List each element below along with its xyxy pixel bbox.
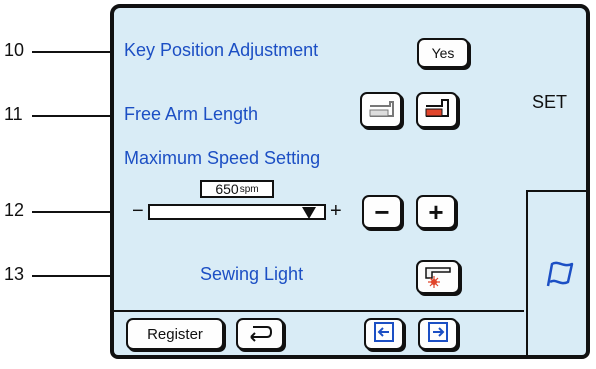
callout-12: 12 (4, 200, 25, 220)
callout-13: 13 (4, 264, 25, 284)
key-position-yes-label: Yes (431, 45, 455, 61)
max-speed-label: Maximum Speed Setting (124, 148, 321, 168)
sewing-light-label: Sewing Light (200, 264, 304, 284)
page-next-icon (425, 320, 451, 349)
page-prev-icon (371, 320, 397, 349)
page-prev-button[interactable] (364, 318, 404, 350)
sewing-light-icon (422, 262, 454, 293)
slider-max-sign: + (330, 200, 342, 222)
tab-divider-top (526, 190, 586, 192)
minus-icon: − (374, 196, 390, 227)
free-arm-length-label: Free Arm Length (124, 104, 259, 124)
callout-11: 11 (4, 104, 23, 124)
tab-divider-side (526, 190, 528, 355)
key-position-label: Key Position Adjustment (124, 40, 319, 60)
slider-min-sign: − (132, 200, 144, 222)
register-button[interactable]: Register (126, 318, 224, 350)
speed-value-display: 650 spm (200, 180, 274, 198)
return-button[interactable] (236, 318, 284, 350)
set-mode-label: SET (532, 92, 568, 112)
speed-increase-button[interactable]: + (416, 195, 456, 229)
free-arm-short-button[interactable] (360, 92, 402, 128)
speed-slider[interactable] (148, 204, 326, 220)
key-position-yes-button[interactable]: Yes (417, 38, 469, 68)
free-arm-long-icon (422, 96, 452, 125)
flag-icon (540, 261, 576, 296)
sewing-light-button[interactable] (416, 260, 460, 294)
page-next-button[interactable] (418, 318, 458, 350)
return-arrow-icon (245, 321, 275, 348)
plus-icon: + (428, 196, 444, 227)
free-arm-short-icon (366, 96, 396, 125)
speed-decrease-button[interactable]: − (362, 195, 402, 229)
register-label: Register (147, 325, 203, 343)
tab-flag[interactable] (540, 256, 580, 296)
speed-unit: spm (239, 183, 259, 195)
bottom-divider (114, 310, 524, 312)
speed-value: 650 (215, 181, 239, 197)
speed-slider-thumb[interactable] (302, 207, 316, 219)
free-arm-long-button[interactable] (416, 92, 458, 128)
manual-figure: 10 11 12 13 Key Position Adjustment Yes … (0, 0, 596, 369)
callout-10: 10 (4, 40, 25, 60)
